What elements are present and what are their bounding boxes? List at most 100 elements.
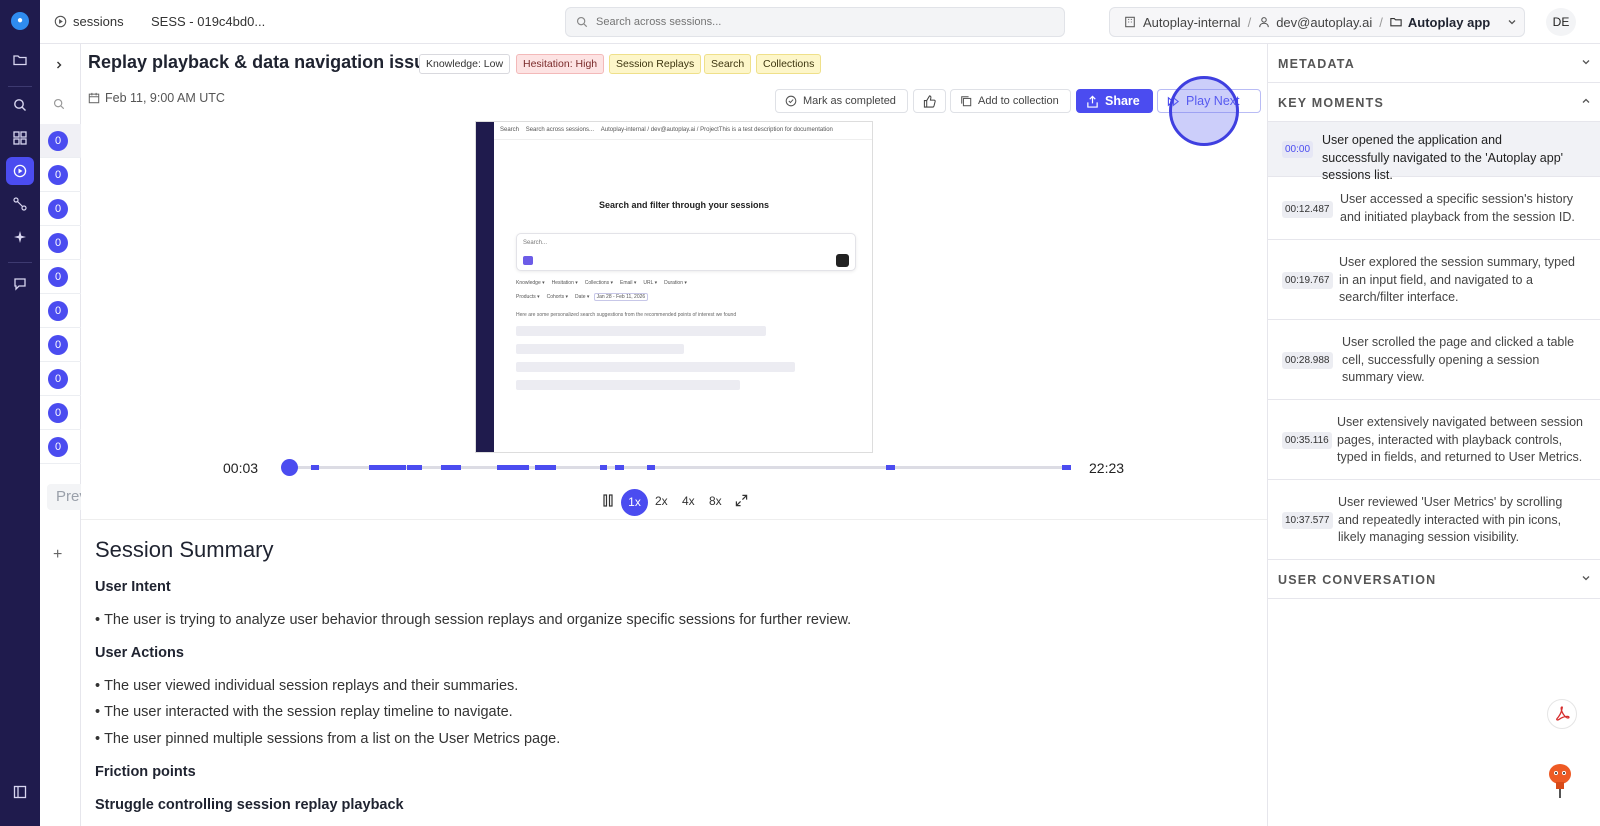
- date-text: Feb 11, 9:00 AM UTC: [105, 91, 225, 105]
- fullscreen-icon[interactable]: [735, 494, 748, 510]
- list-item[interactable]: 0: [40, 260, 81, 294]
- count-badge: 0: [48, 301, 68, 321]
- search-input[interactable]: [596, 16, 1016, 28]
- frame-chip: Email: [620, 280, 633, 286]
- friction-heading: Friction points: [95, 764, 196, 780]
- plus-icon[interactable]: +: [53, 546, 62, 564]
- copy-icon: [961, 96, 972, 107]
- speed-8x-button[interactable]: 8x: [709, 494, 722, 508]
- pause-icon[interactable]: [602, 494, 614, 510]
- speed-4x-button[interactable]: 4x: [682, 494, 695, 508]
- key-moments-section-header[interactable]: KEY MOMENTS: [1268, 83, 1600, 122]
- dashboard-icon[interactable]: [6, 124, 34, 152]
- preview-input[interactable]: Prev: [47, 484, 81, 510]
- breadcrumb-session-id[interactable]: SESS - 019c4bd0...: [151, 14, 265, 29]
- metadata-section-header[interactable]: METADATA: [1268, 44, 1600, 83]
- tag-hesitation: Hesitation: High: [516, 54, 605, 74]
- session-date: Feb 11, 9:00 AM UTC: [88, 91, 225, 105]
- chevron-right-icon[interactable]: [54, 57, 64, 75]
- key-moment-item[interactable]: 00:35.116 User extensively navigated bet…: [1268, 400, 1600, 480]
- org-name: Autoplay-internal: [1143, 14, 1241, 30]
- list-item[interactable]: 0: [40, 226, 81, 260]
- mark-completed-button[interactable]: Mark as completed: [775, 89, 908, 113]
- check-circle-icon: [785, 95, 797, 107]
- replay-frame-rail: [476, 122, 494, 452]
- key-moment-item[interactable]: 10:37.577 User reviewed 'User Metrics' b…: [1268, 480, 1600, 560]
- app-logo[interactable]: ●: [11, 12, 29, 30]
- search-icon[interactable]: [53, 97, 65, 115]
- list-item[interactable]: 0: [40, 396, 81, 430]
- list-item[interactable]: 0: [40, 362, 81, 396]
- key-moment-time: 00:28.988: [1282, 352, 1333, 369]
- key-moment-item[interactable]: 00:19.767 User explored the session summ…: [1268, 240, 1600, 320]
- chevron-down-icon: [1581, 56, 1591, 70]
- replay-frame-topbar: Search Search across sessions... Autopla…: [494, 122, 872, 140]
- user-conversation-label: USER CONVERSATION: [1278, 573, 1437, 587]
- timeline-handle[interactable]: [280, 459, 298, 476]
- share-label: Share: [1105, 94, 1140, 108]
- sparkle-icon[interactable]: [6, 223, 34, 251]
- actions-heading: User Actions: [95, 645, 184, 661]
- frame-chip: Collections: [584, 280, 610, 286]
- left-rail: ●: [0, 0, 40, 826]
- project-name: Autoplay app: [1407, 14, 1491, 30]
- pdf-icon[interactable]: [1547, 699, 1577, 729]
- action-item: The user viewed individual session repla…: [95, 678, 518, 694]
- tag-collections: Collections: [756, 54, 822, 74]
- page-title: Replay playback & data navigation issues: [88, 52, 446, 72]
- speed-2x-button[interactable]: 2x: [655, 494, 668, 508]
- key-moment-item[interactable]: 00:12.487 User accessed a specific sessi…: [1268, 177, 1600, 240]
- list-item[interactable]: 0: [40, 124, 81, 158]
- chat-icon[interactable]: [6, 270, 34, 298]
- share-button[interactable]: Share: [1076, 89, 1153, 113]
- folder-icon[interactable]: [6, 46, 34, 74]
- intent-heading: User Intent: [95, 579, 171, 595]
- calendar-icon: [88, 92, 100, 104]
- key-moment-item[interactable]: 00:00 User opened the application and su…: [1268, 122, 1600, 182]
- count-badge: 0: [48, 437, 68, 457]
- global-search[interactable]: [565, 7, 1065, 37]
- search-icon: [576, 16, 588, 28]
- frame-suggestion-note: Here are some personalized search sugges…: [516, 312, 737, 318]
- context-switcher[interactable]: Autoplay-internal / dev@autoplay.ai / Au…: [1109, 7, 1525, 37]
- like-button[interactable]: [913, 89, 946, 113]
- sessions-play-icon[interactable]: [6, 157, 34, 185]
- sidebar-toggle-icon[interactable]: [6, 778, 34, 806]
- count-badge: 0: [48, 233, 68, 253]
- timeline-track[interactable]: [287, 465, 1071, 470]
- speed-1x-button[interactable]: 1x: [621, 489, 648, 516]
- key-moment-time: 00:12.487: [1282, 201, 1333, 218]
- play-circle-icon: [54, 15, 67, 28]
- list-item[interactable]: 0: [40, 328, 81, 362]
- frame-chip: Date: [574, 294, 586, 300]
- tag-knowledge: Knowledge: Low: [419, 54, 511, 74]
- chevron-down-icon: [1581, 572, 1591, 586]
- avatar[interactable]: DE: [1546, 8, 1576, 36]
- breadcrumb-sessions[interactable]: sessions: [54, 14, 124, 29]
- replay-frame[interactable]: Search Search across sessions... Autopla…: [475, 121, 873, 453]
- key-moment-text: User explored the session summary, typed…: [1339, 255, 1575, 304]
- mascot-pin-icon[interactable]: [1543, 761, 1577, 799]
- frame-search-placeholder: Search across sessions...: [525, 127, 595, 133]
- frame-user: dev@autoplay.ai: [650, 127, 696, 133]
- intent-item: The user is trying to analyze user behav…: [95, 612, 851, 628]
- list-item[interactable]: 0: [40, 294, 81, 328]
- frame-project: ProjectThis is a test description for do…: [700, 127, 833, 133]
- list-item[interactable]: 0: [40, 158, 81, 192]
- building-icon: [1125, 16, 1135, 28]
- flows-icon[interactable]: [6, 190, 34, 218]
- search-icon[interactable]: [6, 91, 34, 119]
- list-item[interactable]: 0: [40, 430, 81, 464]
- key-moment-time: 10:37.577: [1282, 512, 1333, 529]
- count-badge: 0: [48, 369, 68, 389]
- user-email: dev@autoplay.ai: [1276, 14, 1373, 30]
- add-to-collection-button[interactable]: Add to collection: [950, 89, 1071, 113]
- key-moment-item[interactable]: 00:28.988 User scrolled the page and cli…: [1268, 320, 1600, 400]
- frame-chip: URL: [643, 280, 654, 286]
- list-item[interactable]: 0: [40, 192, 81, 226]
- count-badge: 0: [48, 267, 68, 287]
- key-moment-text: User reviewed 'User Metrics' by scrollin…: [1338, 495, 1563, 544]
- key-moment-text: User accessed a specific session's histo…: [1340, 192, 1575, 224]
- user-conversation-section-header[interactable]: USER CONVERSATION: [1268, 560, 1600, 599]
- struggle-heading: Struggle controlling session replay play…: [95, 797, 404, 813]
